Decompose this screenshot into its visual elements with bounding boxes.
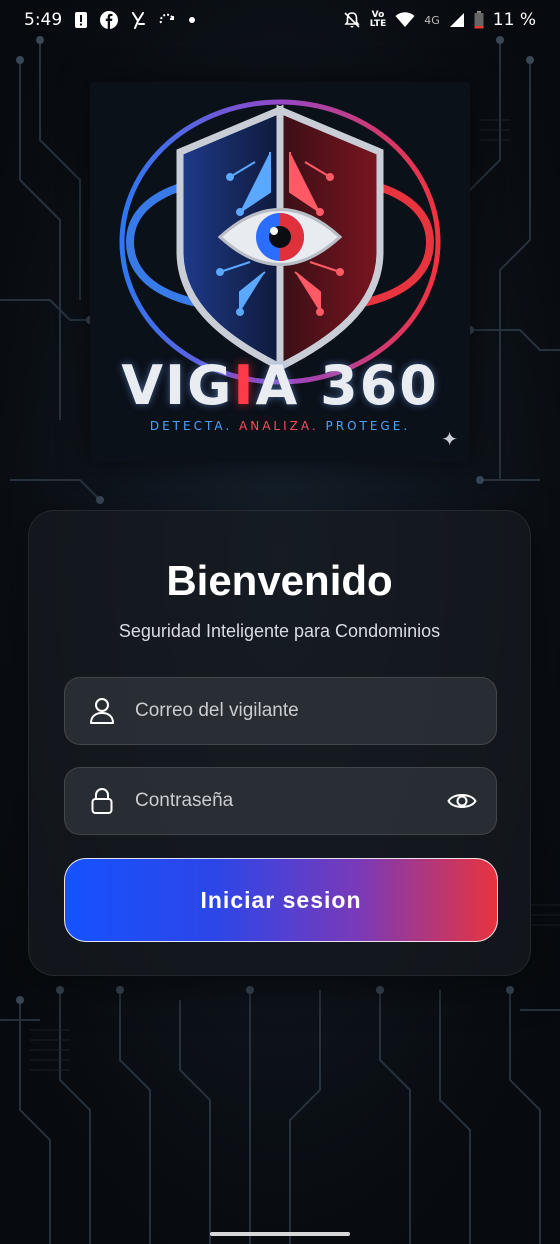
facebook-icon (100, 11, 119, 29)
status-bar: 5:49 Vo LTE 4G 11 % (0, 0, 560, 40)
wifi-icon (395, 12, 415, 28)
password-input[interactable] (133, 789, 446, 813)
welcome-title: Bienvenido (166, 557, 393, 604)
dot-icon (188, 16, 196, 24)
sparkle-icon: ✦ (441, 429, 458, 451)
logo-wordmark: VIGIA 360 (121, 354, 439, 417)
show-password-eye-icon[interactable] (446, 789, 478, 813)
logo-tagline: DETECTA. ANALIZA. PROTEGE. (149, 419, 411, 433)
email-field[interactable] (64, 677, 497, 745)
app-logo: VIGIA 360 DETECTA. ANALIZA. PROTEGE. ✦ (90, 82, 470, 462)
login-button[interactable]: Iniciar sesion (64, 858, 498, 942)
signal-icon (449, 12, 465, 28)
password-field[interactable] (64, 767, 497, 835)
app-notification-icon (130, 11, 146, 29)
login-card: Bienvenido Seguridad Inteligente para Co… (28, 510, 531, 976)
bell-muted-icon (343, 11, 361, 29)
welcome-subtitle: Seguridad Inteligente para Condominios (118, 621, 441, 641)
status-time: 5:49 (24, 10, 63, 30)
network-type: 4G (424, 13, 440, 27)
sync-icon (158, 11, 176, 29)
user-icon (89, 697, 115, 725)
alert-notification-icon (74, 11, 88, 29)
home-indicator[interactable] (210, 1232, 350, 1236)
lock-icon (89, 787, 115, 815)
battery-percentage: 11 % (492, 10, 536, 30)
email-input[interactable] (133, 699, 478, 723)
battery-icon (474, 11, 484, 29)
volte-indicator: Vo LTE (369, 10, 387, 29)
